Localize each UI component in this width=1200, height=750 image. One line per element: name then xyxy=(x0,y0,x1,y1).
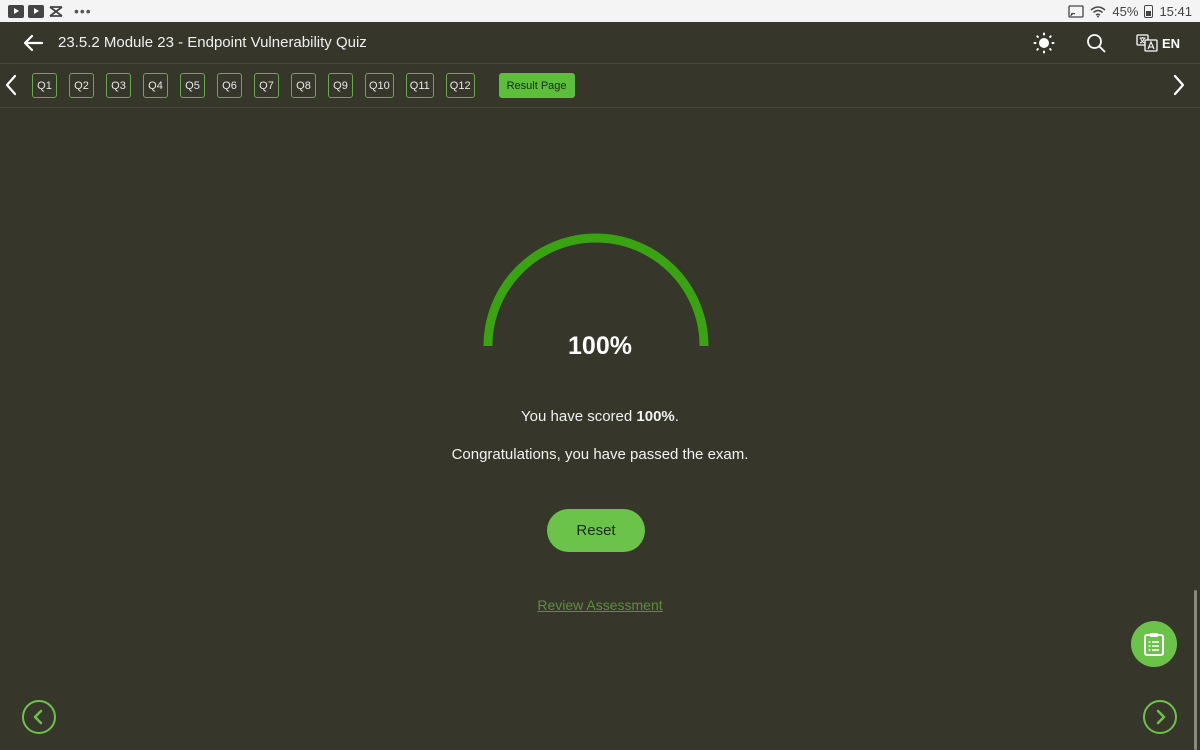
clock: 15:41 xyxy=(1159,3,1192,19)
tab-q11[interactable]: Q11 xyxy=(405,73,434,98)
question-nav: Q1 Q2 Q3 Q4 Q5 Q6 Q7 Q8 Q9 Q10 Q11 Q12 R… xyxy=(0,64,1200,108)
tab-q6[interactable]: Q6 xyxy=(217,73,242,98)
status-system: 45% 15:41 xyxy=(1068,4,1192,19)
score-suffix: . xyxy=(674,408,679,425)
language-label: EN xyxy=(1161,35,1180,51)
review-assessment-wrapper: Review Assessment xyxy=(0,597,1200,613)
youtube-icon xyxy=(8,4,24,18)
scrollbar[interactable] xyxy=(1194,590,1197,750)
tab-q10[interactable]: Q10 xyxy=(365,73,394,98)
score-text: You have scored 100%. xyxy=(0,408,1200,425)
tab-q4[interactable]: Q4 xyxy=(143,73,168,98)
congratulations-message: Congratulations, you have passed the exa… xyxy=(451,446,749,463)
app-header: 23.5.2 Module 23 - Endpoint Vulnerabilit… xyxy=(0,22,1200,64)
gauge-track xyxy=(483,233,709,347)
gauge-fill xyxy=(483,233,709,347)
previous-page-button[interactable] xyxy=(22,700,56,734)
page-title: 23.5.2 Module 23 - Endpoint Vulnerabilit… xyxy=(58,34,367,51)
status-bar: ••• 45% 15:41 xyxy=(0,0,1200,22)
clipboard-icon xyxy=(1144,633,1164,656)
tab-q9[interactable]: Q9 xyxy=(328,73,353,98)
battery-percent: 45% xyxy=(1112,3,1139,19)
tab-q5[interactable]: Q5 xyxy=(180,73,205,98)
tab-q7[interactable]: Q7 xyxy=(254,73,279,98)
chevron-left-icon xyxy=(33,709,43,725)
tab-q8[interactable]: Q8 xyxy=(291,73,316,98)
translate-icon xyxy=(1136,34,1158,52)
tab-q2[interactable]: Q2 xyxy=(69,73,94,98)
notes-fab[interactable] xyxy=(1131,621,1177,667)
tab-q1[interactable]: Q1 xyxy=(32,73,57,98)
chevron-right-icon[interactable] xyxy=(1172,74,1186,96)
tab-result-page[interactable]: Result Page xyxy=(498,73,575,98)
next-page-button[interactable] xyxy=(1143,700,1177,734)
score-percentage: 100% xyxy=(568,332,632,360)
review-assessment-link[interactable]: Review Assessment xyxy=(537,597,662,613)
chevron-right-icon xyxy=(1156,709,1166,725)
search-icon[interactable] xyxy=(1084,31,1108,55)
chevron-left-icon[interactable] xyxy=(4,74,18,96)
back-arrow-icon[interactable] xyxy=(22,32,44,54)
status-notifications: ••• xyxy=(8,3,92,19)
battery-icon xyxy=(1144,4,1154,18)
youtube-icon xyxy=(28,4,44,18)
brightness-icon[interactable] xyxy=(1032,31,1056,55)
question-tabs: Q1 Q2 Q3 Q4 Q5 Q6 Q7 Q8 Q9 Q10 Q11 Q12 R… xyxy=(32,73,575,98)
header-actions: EN xyxy=(1032,31,1180,55)
score-prefix: You have scored xyxy=(521,408,637,425)
language-selector[interactable]: EN xyxy=(1136,34,1180,52)
tab-q3[interactable]: Q3 xyxy=(106,73,131,98)
reset-button[interactable]: Reset xyxy=(547,509,645,552)
more-notifications-icon: ••• xyxy=(74,3,92,19)
capcut-icon xyxy=(49,5,63,17)
score-value: 100% xyxy=(636,408,675,425)
cast-icon xyxy=(1068,4,1085,18)
wifi-icon xyxy=(1090,5,1106,17)
tab-q12[interactable]: Q12 xyxy=(445,73,475,98)
